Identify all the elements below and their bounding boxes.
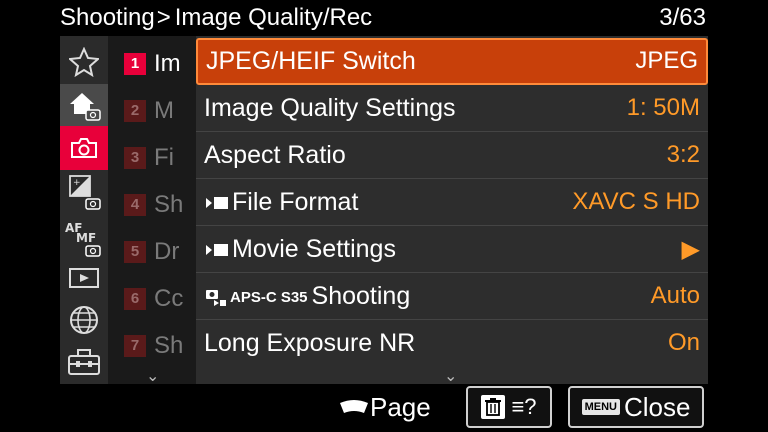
- breadcrumb: Shooting> Image Quality/Rec: [60, 4, 372, 32]
- submenu-item[interactable]: 7 Sh: [108, 322, 196, 369]
- rail-item-network[interactable]: [60, 298, 108, 342]
- row-label-with-icon: File Format: [204, 188, 358, 217]
- submenu-item[interactable]: 5 Dr: [108, 228, 196, 275]
- menu-row-aps-c-shooting[interactable]: APS-C S35 Shooting Auto: [196, 273, 708, 320]
- row-label: File Format: [232, 188, 359, 216]
- movie-icon: [206, 244, 228, 257]
- menu-row-image-quality-settings[interactable]: Image Quality Settings 1: 50M: [196, 85, 708, 132]
- menu-row-jpeg-heif-switch[interactable]: JPEG/HEIF Switch JPEG: [196, 38, 708, 85]
- settings-list: JPEG/HEIF Switch JPEG Image Quality Sett…: [196, 36, 708, 386]
- still-movie-icon: [206, 290, 226, 307]
- menu-row-long-exposure-nr[interactable]: Long Exposure NR On: [196, 320, 708, 367]
- camera-icon: [71, 138, 97, 158]
- row-value: 3:2: [666, 141, 700, 168]
- row-value: Auto: [650, 282, 700, 309]
- row-value: 1: 50M: [626, 94, 700, 121]
- submenu-number: 1: [124, 52, 146, 75]
- submenu-arrow-icon: ▶: [681, 236, 700, 263]
- menu-row-aspect-ratio[interactable]: Aspect Ratio 3:2: [196, 132, 708, 179]
- menu-row-file-format[interactable]: File Format XAVC S HD: [196, 179, 708, 226]
- row-label: Shooting: [311, 282, 411, 310]
- submenu-number: 5: [124, 240, 146, 263]
- rail-item-exposure[interactable]: +: [60, 170, 108, 214]
- home-camera-icon: [70, 93, 101, 121]
- chevron-down-icon[interactable]: ⌄: [444, 366, 457, 386]
- control-wheel-icon: [340, 399, 368, 413]
- trash-icon: [481, 395, 506, 419]
- menu-key-badge: MENU: [581, 399, 620, 415]
- rail-item-playback[interactable]: [60, 256, 108, 300]
- row-value: XAVC S HD: [572, 188, 700, 215]
- row-label-with-icon: APS-C S35 Shooting: [204, 282, 410, 311]
- category-rail: + AF MF: [60, 36, 108, 384]
- header-bar: Shooting> Image Quality/Rec 3/63: [0, 0, 768, 36]
- submenu-strip: 1 Im 2 M 3 Fi 4 Sh 5 Dr 6 Cc 7 Sh ⌄: [108, 36, 196, 386]
- row-label: Long Exposure NR: [204, 329, 416, 357]
- help-icon: ≡?: [511, 394, 537, 419]
- submenu-number: 6: [124, 287, 146, 310]
- submenu-number: 7: [124, 334, 146, 357]
- submenu-label: M: [154, 96, 174, 124]
- breadcrumb-root: Shooting: [60, 4, 155, 31]
- page-key-hint: Page: [338, 392, 431, 423]
- submenu-label: Sh: [154, 331, 184, 359]
- movie-icon: [206, 197, 228, 210]
- row-label-with-icon: Movie Settings: [204, 235, 396, 264]
- exposure-camera-icon: +: [69, 175, 101, 210]
- submenu-item[interactable]: 2 M: [108, 87, 196, 134]
- playback-icon: [69, 268, 99, 288]
- submenu-item[interactable]: 1 Im: [108, 40, 196, 87]
- submenu-number: 4: [124, 193, 146, 216]
- row-label: Movie Settings: [232, 235, 396, 263]
- svg-text:MF: MF: [76, 231, 96, 245]
- rail-item-focus[interactable]: AF MF: [60, 216, 108, 260]
- breadcrumb-separator: >: [156, 4, 171, 31]
- submenu-label: Fi: [154, 143, 174, 171]
- rail-item-shooting[interactable]: [60, 126, 108, 170]
- toolbox-icon: [68, 349, 100, 375]
- row-label: JPEG/HEIF Switch: [206, 47, 416, 75]
- af-mf-icon: AF MF: [65, 221, 101, 257]
- row-label: Image Quality Settings: [204, 94, 456, 122]
- submenu-label: Dr: [154, 237, 180, 265]
- submenu-number: 2: [124, 99, 146, 122]
- row-label: Aspect Ratio: [204, 141, 346, 169]
- delete-help-button[interactable]: ≡?: [466, 386, 552, 428]
- submenu-item[interactable]: 6 Cc: [108, 275, 196, 322]
- rail-item-setup[interactable]: [60, 340, 108, 384]
- page-label: Page: [370, 392, 431, 422]
- breadcrumb-current: Image Quality/Rec: [174, 4, 373, 31]
- row-value: JPEG: [635, 47, 698, 74]
- row-value: On: [667, 329, 700, 356]
- menu-row-movie-settings[interactable]: Movie Settings ▶: [196, 226, 708, 273]
- submenu-number: 3: [124, 146, 146, 169]
- submenu-item[interactable]: 3 Fi: [108, 134, 196, 181]
- close-label: Close: [623, 391, 691, 422]
- submenu-item[interactable]: 4 Sh: [108, 181, 196, 228]
- submenu-label: Im: [154, 49, 181, 77]
- rail-item-favorites[interactable]: [60, 40, 108, 84]
- submenu-label: Cc: [154, 284, 184, 312]
- close-button[interactable]: MENU Close: [568, 386, 704, 428]
- chevron-down-icon[interactable]: ⌄: [146, 366, 159, 386]
- aps-c-s35-label: APS-C S35: [230, 288, 308, 306]
- submenu-label: Sh: [154, 190, 184, 218]
- rail-item-main[interactable]: [60, 84, 108, 128]
- page-indicator: 3/63: [659, 4, 706, 31]
- globe-icon: [70, 306, 98, 334]
- svg-text:+: +: [73, 178, 81, 188]
- star-icon: [69, 47, 99, 77]
